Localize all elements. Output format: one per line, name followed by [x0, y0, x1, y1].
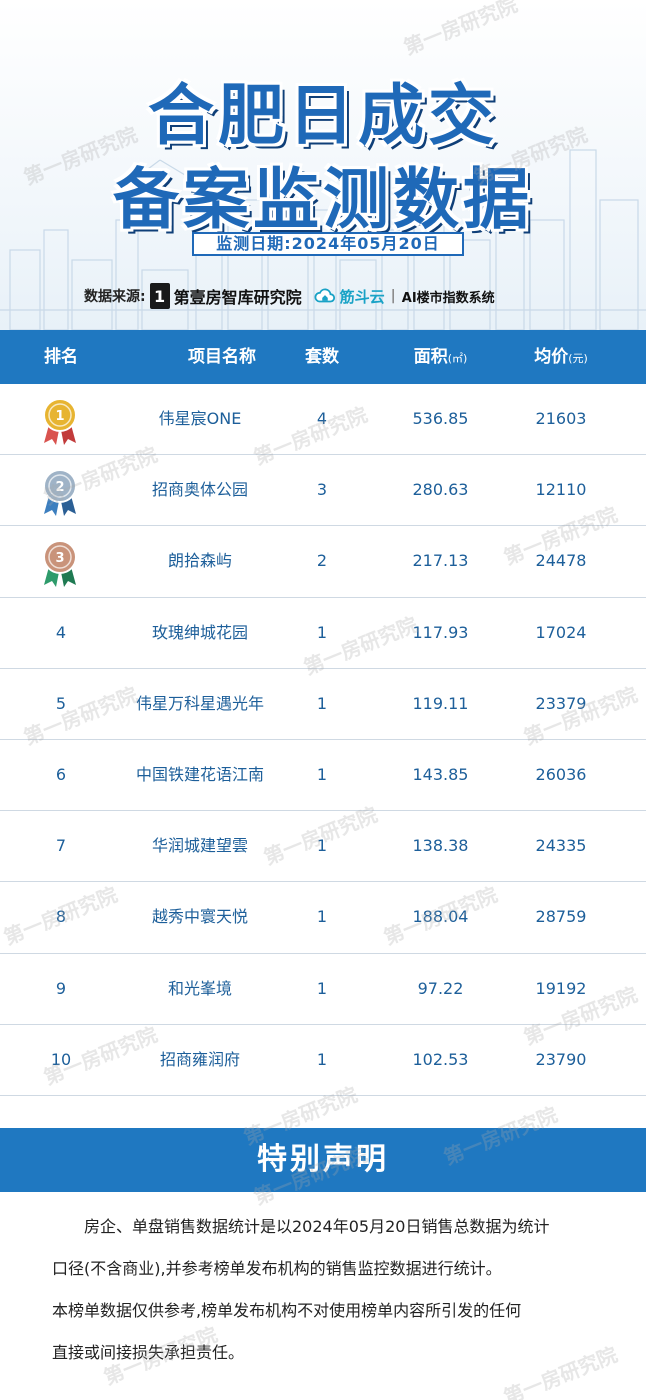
price-unit: (元)	[568, 352, 588, 365]
area-cell: 102.53	[412, 1049, 469, 1069]
header-area: 面积(㎡)	[413, 347, 468, 367]
project-name-cell: 伟星万科星遇光年	[135, 693, 264, 713]
price-cell: 24478	[535, 551, 587, 571]
data-source-row: 数据来源: 1 第壹房智库研究院 筋斗云 | AI楼市指数系统	[84, 282, 495, 310]
table-row: 4 玫瑰绅城花园 1 117.93 17024	[0, 598, 646, 669]
page-title-line2: 备案监测数据	[113, 161, 533, 238]
count-cell: 1	[316, 907, 328, 927]
project-name-cell: 越秀中寰天悦	[151, 907, 248, 927]
area-cell: 280.63	[412, 480, 469, 500]
area-cell: 188.04	[412, 907, 469, 927]
svg-text:2: 2	[55, 480, 64, 495]
project-name-cell: 招商雍润府	[159, 1049, 240, 1069]
project-name-cell: 中国铁建花语江南	[135, 764, 264, 784]
area-cell: 217.13	[412, 551, 469, 571]
count-cell: 1	[316, 693, 328, 713]
price-cell: 19192	[535, 978, 587, 998]
area-cell: 119.11	[412, 693, 469, 713]
notice-paragraph1-line2: 口径(不含商业),并参考榜单发布机构的销售监控数据进行统计。	[52, 1259, 502, 1278]
count-cell: 4	[316, 409, 328, 428]
notice-paragraph1-line1: 房企、单盘销售数据统计是以2024年05月20日销售总数据为统计	[84, 1217, 550, 1236]
area-cell: 143.85	[412, 764, 469, 784]
source-brand: 第壹房智库研究院	[173, 288, 302, 307]
monitor-date: 监测日期:2024年05月20日	[192, 232, 464, 256]
table-row: 5 伟星万科星遇光年 1 119.11 23379	[0, 669, 646, 740]
count-cell: 1	[316, 836, 328, 856]
price-cell: 23790	[535, 1049, 587, 1069]
project-name-cell: 华润城建望雲	[151, 836, 248, 856]
header-rank: 排名	[44, 347, 78, 367]
table-row: 9 和光峯境 1 97.22 19192	[0, 954, 646, 1025]
count-cell: 1	[316, 622, 328, 642]
table-row: 7 华润城建望雲 1 138.38 24335	[0, 811, 646, 883]
table-row: 8 越秀中寰天悦 1 188.04 28759	[0, 882, 646, 954]
count-cell: 1	[316, 1049, 328, 1069]
project-name-cell: 伟星宸ONE	[158, 409, 242, 428]
cloud-icon	[314, 288, 335, 303]
system-name: AI楼市指数系统	[401, 290, 495, 306]
table-header: 排名 项目名称 套数 面积(㎡) 均价(元)	[0, 330, 646, 384]
area-cell: 536.85	[412, 409, 469, 428]
table-row: 6 中国铁建花语江南 1 143.85 26036	[0, 740, 646, 812]
count-cell: 1	[316, 978, 328, 998]
area-cell: 138.38	[412, 836, 469, 856]
header: 合肥日成交 备案监测数据 监测日期:2024年05月20日 数据来源: 1 第壹…	[0, 0, 646, 330]
price-cell: 23379	[535, 693, 587, 713]
price-cell: 28759	[535, 907, 587, 927]
price-cell: 26036	[535, 764, 587, 784]
table-row: 1 伟星宸ONE 4 536.85 21603	[0, 384, 646, 456]
source-label: 数据来源:	[84, 289, 146, 305]
diyifang-logo-icon: 1	[149, 283, 170, 309]
notice-paragraph2-line1: 本榜单数据仅供参考,榜单发布机构不对使用榜单内容所引发的任何	[52, 1301, 522, 1320]
project-name-cell: 和光峯境	[167, 978, 232, 998]
header-price: 均价(元)	[534, 347, 588, 367]
svg-text:1: 1	[55, 409, 64, 424]
notice-paragraph2-line2: 直接或间接损失承担责任。	[52, 1343, 245, 1362]
table-row: 2 招商奥体公园 3 280.63 12110	[0, 455, 646, 527]
project-name-cell: 朗拾森屿	[167, 551, 232, 571]
notice-title: 特别声明	[257, 1142, 389, 1177]
table-row: 3 朗拾森屿 2 217.13 24478	[0, 526, 646, 598]
table-row: 10 招商雍润府 1 102.53 23790	[0, 1025, 646, 1096]
count-cell: 2	[316, 551, 328, 571]
notice-banner: 特别声明	[0, 1128, 646, 1192]
price-cell: 24335	[535, 836, 587, 856]
separator: |	[390, 288, 396, 304]
header-count: 套数	[305, 347, 339, 367]
ranking-table: 1 伟星宸ONE 4 536.85 21603 2 招商奥体公园 3 280.63 12110 3 朗…	[0, 384, 646, 1096]
area-cell: 97.22	[417, 978, 464, 998]
notice-body: 房企、单盘销售数据统计是以2024年05月20日销售总数据为统计 口径(不含商业…	[52, 1206, 612, 1374]
project-name-cell: 招商奥体公园	[151, 480, 248, 500]
count-cell: 1	[316, 764, 328, 784]
area-cell: 117.93	[412, 622, 469, 642]
count-cell: 3	[316, 480, 328, 500]
svg-text:3: 3	[55, 551, 64, 566]
area-unit: (㎡)	[447, 352, 468, 365]
price-cell: 17024	[535, 622, 587, 642]
project-name-cell: 玫瑰绅城花园	[151, 622, 248, 642]
price-cell: 21603	[535, 409, 587, 428]
page-title-line1: 合肥日成交	[148, 77, 498, 154]
cloud-brand: 筋斗云	[339, 287, 385, 306]
price-cell: 12110	[535, 480, 587, 500]
